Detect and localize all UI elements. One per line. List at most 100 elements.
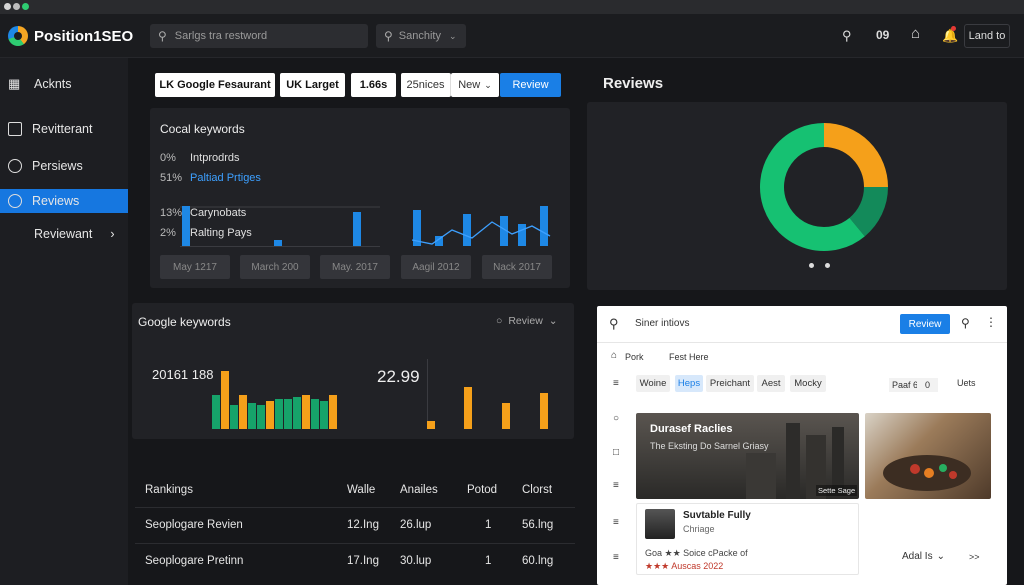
carousel-dot[interactable] xyxy=(809,263,814,268)
filter-pill[interactable]: Mocky xyxy=(790,375,826,392)
table-row[interactable]: Seoplogare Pretinn 17.Ing 30.lup 1 60.ln… xyxy=(135,543,575,579)
more-vert-icon[interactable]: ⋮ xyxy=(985,315,997,329)
info-icon xyxy=(8,194,22,208)
menu-icon[interactable]: ≡ xyxy=(613,480,619,491)
table-row[interactable]: Seoplogare Revien 12.Ing 26.lup 1 56.lng xyxy=(135,507,575,543)
column-header: Walle xyxy=(347,484,376,496)
sidebar-item-reviews[interactable]: Reviews xyxy=(0,189,128,213)
menu-icon[interactable]: ≡ xyxy=(613,552,619,563)
keyword-bar xyxy=(230,405,238,429)
sidebar-item-label: Reviews xyxy=(32,194,80,208)
keyword-bar xyxy=(311,399,319,429)
window-titlebar xyxy=(0,0,1024,14)
count-badge[interactable]: 09 xyxy=(876,28,889,42)
search-placeholder: Sarlgs tra restword xyxy=(174,30,268,42)
date-filter-button[interactable]: March 200 xyxy=(240,255,310,279)
square-icon[interactable]: □ xyxy=(613,447,619,458)
search-icon[interactable]: ⚲ xyxy=(842,28,852,44)
home-icon[interactable]: ⌂ xyxy=(911,25,920,42)
search-input[interactable]: ⚲ Sarlgs tra restword xyxy=(150,24,368,48)
business-card[interactable]: Suvtable Fully Chriage Goa ★★ Soice cPac… xyxy=(636,503,859,575)
app-logo[interactable]: Position1SEO xyxy=(8,26,133,46)
date-filter-button[interactable]: Nack 2017 xyxy=(482,255,552,279)
search-icon[interactable]: ⚲ xyxy=(961,316,970,330)
food-image[interactable] xyxy=(865,413,991,499)
place-subtitle: The Eksting Do Sarnel Griasy xyxy=(650,441,769,451)
reviews-donut-chart xyxy=(760,123,888,251)
review-select[interactable]: ○ Review ⌄ xyxy=(496,315,558,327)
sidebar-item-label: Revitterant xyxy=(32,122,93,136)
cell: 1 xyxy=(485,555,492,567)
chevron-right-icon: › xyxy=(110,227,115,241)
chevron-down-icon: ⌄ xyxy=(484,79,492,90)
chart-bar xyxy=(274,240,282,246)
date-filter-button[interactable]: Aagil 2012 xyxy=(401,255,471,279)
window-max-dot[interactable] xyxy=(22,3,29,10)
nav-link-pork[interactable]: Pork xyxy=(625,352,644,362)
column-header: Anailes xyxy=(400,484,438,496)
filter-pill[interactable]: Heps xyxy=(675,375,703,392)
next-page-button[interactable]: >> xyxy=(969,552,980,562)
home-icon[interactable]: ⌂ xyxy=(611,350,617,361)
search-icon[interactable]: ⚲ xyxy=(609,316,619,332)
cell: 56.lng xyxy=(522,519,554,531)
select-label: Sanchity xyxy=(398,30,441,42)
menu-icon[interactable]: ≡ xyxy=(613,378,619,389)
place-image[interactable]: Durasef Raclies The Eksting Do Sarnel Gr… xyxy=(636,413,859,499)
review-button[interactable]: Review xyxy=(900,314,950,334)
business-name: Suvtable Fully xyxy=(683,510,751,521)
add-select[interactable]: Adal Is ⌄ xyxy=(902,551,945,562)
grid-icon: ▦ xyxy=(8,76,21,91)
filter-select-new[interactable]: New ⌄ xyxy=(451,73,499,97)
top-bar: Position1SEO ⚲ Sarlgs tra restword ⚲ San… xyxy=(0,14,1024,58)
keyword-bar xyxy=(302,395,310,429)
divider xyxy=(427,359,428,429)
review-button[interactable]: Review xyxy=(500,73,561,97)
keyword-bar xyxy=(266,401,274,429)
reviews-title: Reviews xyxy=(603,75,664,92)
select-label: Review xyxy=(508,315,543,327)
select-label: New xyxy=(458,79,481,91)
nav-link-fest-here[interactable]: Fest Here xyxy=(669,352,709,362)
circle-icon[interactable]: ○ xyxy=(613,413,619,424)
land-to-button[interactable]: Land to xyxy=(964,24,1010,48)
filter-pill[interactable]: Woine xyxy=(636,375,670,392)
window-min-dot[interactable] xyxy=(13,3,20,10)
sidebar: ▦ Acknts Revitterant Persiews Reviews Re… xyxy=(0,58,128,585)
review-search-card: ⚲ Siner intiovs Review ⚲ ⋮ ⌂ Pork Fest H… xyxy=(597,306,1007,585)
value-select[interactable]: 0 xyxy=(917,378,939,392)
keyword-row: 51% Paltiad Prtiges xyxy=(160,172,261,184)
cell: Seoplogare Revien xyxy=(145,519,243,531)
search-select[interactable]: ⚲ Sanchity ⌄ xyxy=(376,24,466,48)
cell: 12.Ing xyxy=(347,519,379,531)
keyword-bar xyxy=(502,403,510,429)
select-label: Adal Is xyxy=(902,551,933,562)
menu-icon[interactable]: ≡ xyxy=(613,517,619,528)
filter-chip-time[interactable]: 1.66s xyxy=(351,73,396,97)
logo-icon xyxy=(8,26,28,46)
window-close-dot[interactable] xyxy=(4,3,11,10)
bell-icon[interactable]: 🔔 xyxy=(942,26,958,44)
filter-chip-count[interactable]: 25nices xyxy=(401,73,451,97)
cell: 17.Ing xyxy=(347,555,379,567)
table-header: Rankings Walle Anailes Potod Clorst xyxy=(135,473,575,509)
filter-pill[interactable]: Preichant xyxy=(706,375,754,392)
filter-chip-location[interactable]: LK Google Fesaurant xyxy=(155,73,275,97)
business-subtitle: Chriage xyxy=(683,524,715,534)
keyword-row: 13% Carynobats xyxy=(160,207,247,219)
sidebar-item-reviewant[interactable]: Reviewant › xyxy=(0,222,128,246)
date-filter-button[interactable]: May 1217 xyxy=(160,255,230,279)
card-search-text[interactable]: Siner intiovs xyxy=(635,318,689,329)
sidebar-item-revitterant[interactable]: Revitterant xyxy=(0,117,128,141)
filter-chip-target[interactable]: UK Larget xyxy=(280,73,345,97)
sidebar-item-acknts[interactable]: ▦ Acknts xyxy=(0,72,128,96)
cell: 26.lup xyxy=(400,519,432,531)
sidebar-item-persiews[interactable]: Persiews xyxy=(0,154,128,178)
panel-title: Cocal keywords xyxy=(160,122,245,136)
date-filter-button[interactable]: May. 2017 xyxy=(320,255,390,279)
keyword-bar xyxy=(427,421,435,429)
keyword-row: 2% Ralting Pays xyxy=(160,227,252,239)
chevron-down-icon: ⌄ xyxy=(548,315,558,327)
carousel-dot[interactable] xyxy=(825,263,830,268)
filter-pill[interactable]: Aest xyxy=(757,375,785,392)
